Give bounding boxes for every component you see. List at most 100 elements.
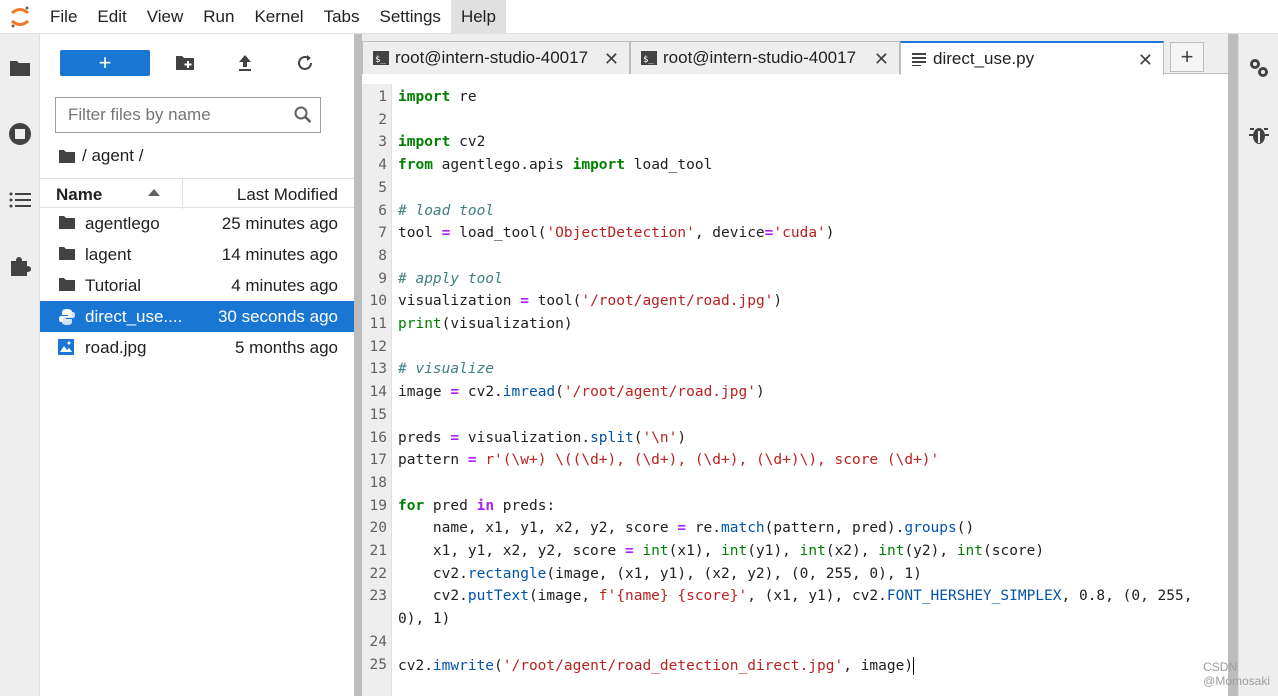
upload-icon[interactable] — [230, 50, 260, 76]
add-tab-button[interactable]: + — [1170, 42, 1204, 72]
extension-puzzle-icon[interactable] — [0, 246, 40, 286]
code-text: tool = load_tool('ObjectDetection', devi… — [398, 225, 835, 242]
watermark: CSDN @Momosaki — [1203, 660, 1271, 688]
tab-label: direct_use.py — [933, 49, 1035, 68]
refresh-icon[interactable] — [290, 50, 320, 76]
breadcrumb: / agent / — [58, 144, 143, 168]
code-text: for pred in preds: — [398, 497, 556, 514]
new-folder-icon[interactable] — [170, 50, 200, 76]
close-icon[interactable]: ✕ — [604, 49, 619, 70]
tab-terminal-2[interactable]: $_ root@intern-studio-40017 ✕ — [630, 41, 900, 74]
line-number: 24 — [369, 633, 387, 650]
filter-files-field — [55, 97, 321, 133]
folder-icon[interactable] — [0, 48, 40, 88]
file-row[interactable]: agentlego 25 minutes ago — [40, 208, 354, 239]
panel-splitter[interactable] — [354, 34, 362, 696]
menu-view[interactable]: View — [137, 0, 194, 34]
line-number: 25 — [369, 656, 387, 673]
file-name: lagent — [85, 245, 132, 264]
menu-settings[interactable]: Settings — [370, 0, 451, 34]
file-row[interactable]: direct_use.... 30 seconds ago — [40, 301, 354, 332]
column-name-header[interactable]: Name — [56, 185, 102, 205]
line-number: 8 — [378, 247, 387, 264]
file-row[interactable]: Tutorial 4 minutes ago — [40, 270, 354, 301]
code-text: x1, y1, x2, y2, score = int(x1), int(y1)… — [398, 543, 1045, 559]
text-cursor — [913, 656, 915, 675]
tab-terminal-1[interactable]: $_ root@intern-studio-40017 ✕ — [362, 41, 630, 74]
code-text: cv2.imwrite('/root/agent/road_detection_… — [398, 656, 915, 675]
file-modified: 25 minutes ago — [221, 214, 338, 233]
menu-tabs[interactable]: Tabs — [314, 0, 370, 34]
menu-help[interactable]: Help — [450, 0, 506, 34]
line-number: 15 — [369, 406, 387, 423]
line-number: 9 — [378, 270, 387, 287]
column-modified-header[interactable]: Last Modified — [237, 185, 338, 205]
file-name: Tutorial — [85, 276, 142, 295]
column-divider[interactable] — [182, 179, 183, 209]
running-stop-icon[interactable] — [0, 114, 40, 154]
file-row[interactable]: lagent 14 minutes ago — [40, 239, 354, 270]
search-icon — [294, 106, 312, 129]
line-number: 17 — [369, 452, 387, 469]
line-number: 1 — [378, 89, 387, 105]
tab-direct-use-py[interactable]: direct_use.py ✕ — [900, 41, 1164, 75]
right-splitter[interactable] — [1228, 34, 1238, 696]
folder-icon — [58, 277, 76, 297]
menu-edit[interactable]: Edit — [87, 0, 136, 34]
code-text: image = cv2.imread('/root/agent/road.jpg… — [398, 384, 765, 401]
left-activity-bar — [0, 34, 40, 696]
line-number: 13 — [369, 361, 387, 378]
menu-run[interactable]: Run — [193, 0, 244, 34]
file-modified: 30 seconds ago — [217, 307, 338, 326]
code-text: from agentlego.apis import load_tool — [398, 157, 713, 174]
right-activity-bar: CSDN @Momosaki — [1203, 34, 1278, 696]
line-number: 3 — [378, 134, 387, 151]
line-number: 11 — [369, 316, 387, 332]
code-text: 0), 1) — [398, 611, 451, 628]
file-row[interactable]: road.jpg 5 months ago — [40, 332, 354, 363]
code-text: preds = visualization.split('\n') — [398, 429, 687, 446]
code-text: pattern = r'(\w+) \((\d+), (\d+), (\d+),… — [398, 452, 940, 469]
breadcrumb-path[interactable]: / agent / — [82, 146, 143, 166]
table-of-contents-icon[interactable] — [0, 180, 40, 220]
property-inspector-gears-icon[interactable] — [1239, 48, 1278, 88]
file-name: direct_use.... — [85, 307, 183, 326]
terminal-icon: $_ — [373, 50, 389, 66]
code-editor[interactable]: 1 import re 2 3 import cv2 4 from agentlego.ap… — [362, 84, 1228, 696]
code-text: import re — [398, 89, 477, 105]
python-file-icon — [58, 308, 76, 331]
folder-icon — [58, 215, 76, 235]
line-number: 22 — [369, 565, 387, 582]
line-number: 23 — [369, 588, 387, 605]
code-text: # apply tool — [398, 270, 503, 287]
new-launcher-button[interactable]: + — [60, 50, 150, 76]
line-number: 18 — [369, 474, 387, 491]
line-number: 7 — [378, 225, 387, 242]
debugger-bug-icon[interactable] — [1239, 114, 1278, 154]
jupyter-logo-icon — [0, 0, 40, 34]
file-name: road.jpg — [85, 338, 147, 357]
line-number: 5 — [378, 179, 387, 196]
file-modified: 14 minutes ago — [221, 245, 338, 264]
file-modified: 4 minutes ago — [231, 276, 338, 295]
line-number: 6 — [378, 202, 387, 219]
filter-input[interactable] — [68, 105, 288, 125]
tab-label: root@intern-studio-40017 — [663, 48, 857, 67]
file-list-header: Name Last Modified — [40, 178, 354, 209]
close-icon[interactable]: ✕ — [874, 49, 889, 70]
close-icon[interactable]: ✕ — [1138, 50, 1153, 71]
home-folder-icon[interactable] — [58, 149, 76, 164]
menu-file[interactable]: File — [40, 0, 87, 34]
tab-label: root@intern-studio-40017 — [395, 48, 589, 67]
text-file-icon — [911, 51, 927, 67]
line-number: 10 — [369, 293, 387, 310]
file-browser-toolbar: + — [40, 46, 354, 78]
menu-kernel[interactable]: Kernel — [244, 0, 313, 34]
code-text: # visualize — [398, 361, 495, 378]
line-number: 14 — [369, 384, 387, 401]
line-number: 2 — [378, 111, 387, 128]
code-text: cv2.rectangle(image, (x1, y1), (x2, y2),… — [398, 565, 922, 582]
line-number: 12 — [369, 338, 387, 355]
sort-ascending-icon[interactable] — [148, 189, 160, 196]
menu-bar: File Edit View Run Kernel Tabs Settings … — [0, 0, 1278, 34]
